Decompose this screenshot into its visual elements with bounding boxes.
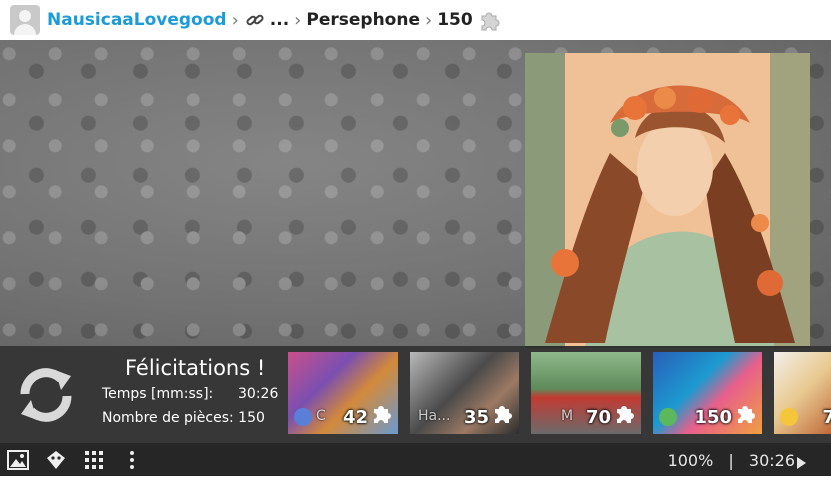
user-avatar-icon[interactable]: [10, 5, 40, 35]
chevron-right-icon: ›: [231, 9, 239, 31]
refresh-icon[interactable]: [15, 366, 77, 424]
thumbnail-piece-count: 70: [585, 407, 611, 428]
category-badge-icon: [659, 408, 677, 426]
thumbnail-caption: C: [316, 408, 326, 424]
puzzle-thumbnail[interactable]: 150: [653, 352, 762, 434]
puzzle-piece-icon: [479, 9, 501, 31]
status-separator: |: [728, 451, 734, 470]
timer-value: 30:26: [748, 451, 795, 470]
zoom-level[interactable]: 100%: [668, 451, 714, 470]
puzzle-thumbnail[interactable]: M 70: [531, 352, 641, 434]
puzzle-thumbnail[interactable]: 7: [774, 352, 831, 434]
breadcrumb-piece-count: 150: [437, 10, 473, 30]
time-label: Temps [mm:ss]:: [102, 386, 214, 402]
completed-puzzle-image: [525, 53, 810, 348]
puzzle-piece-icon: [735, 402, 757, 429]
ghost-icon[interactable]: [42, 446, 70, 474]
grid-icon[interactable]: [80, 446, 108, 474]
puzzle-thumbnail[interactable]: C 42: [288, 352, 398, 434]
breadcrumb-user-link[interactable]: NausicaaLovegood: [47, 10, 227, 30]
link-icon[interactable]: [244, 9, 266, 31]
puzzle-thumbnail[interactable]: Ha... 35: [410, 352, 519, 434]
chevron-right-icon: ›: [424, 9, 433, 31]
breadcrumb-ellipsis[interactable]: ...: [270, 10, 289, 30]
status-readout: 100% | 30:26: [668, 451, 795, 470]
thumbnail-piece-count: 35: [463, 407, 489, 428]
emoji-badge-icon: [780, 408, 798, 426]
chevron-right-icon: ›: [294, 9, 302, 31]
breadcrumb-album[interactable]: Persephone: [306, 10, 420, 30]
image-icon[interactable]: [4, 446, 32, 474]
play-icon[interactable]: [797, 457, 806, 469]
thumbnail-piece-count: 150: [694, 407, 732, 428]
pieces-label: Nombre de pièces: 150: [102, 410, 265, 426]
puzzle-piece-icon: [614, 402, 636, 429]
thumbnail-caption: Ha...: [418, 408, 451, 424]
category-badge-icon: [294, 408, 312, 426]
breadcrumb: NausicaaLovegood › ... › Persephone › 15…: [0, 0, 831, 40]
time-value: 30:26: [238, 386, 279, 402]
puzzle-piece-icon: [371, 402, 393, 429]
more-vertical-icon[interactable]: [118, 446, 146, 474]
thumbnail-piece-count: 42: [342, 407, 368, 428]
congrats-title: Félicitations !: [125, 356, 266, 380]
thumbnail-piece-count: 7: [822, 407, 831, 428]
puzzle-piece-icon: [492, 402, 514, 429]
thumbnail-caption: M: [561, 408, 574, 424]
